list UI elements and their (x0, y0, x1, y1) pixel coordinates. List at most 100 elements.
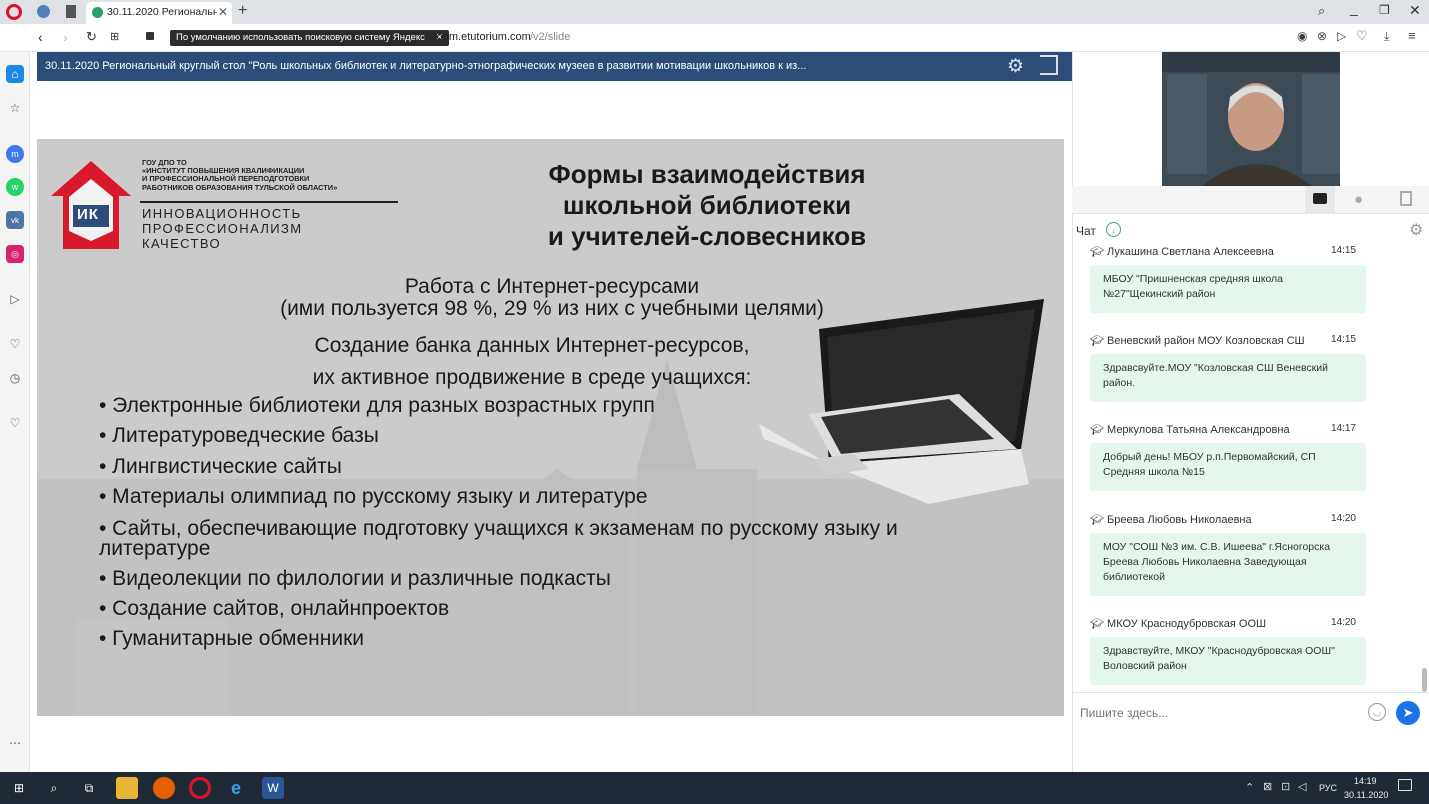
message-author: 🎓︎ Меркулова Татьяна Александровна (1090, 423, 1290, 437)
opera-taskbar-icon[interactable] (189, 777, 211, 799)
chat-input[interactable] (1080, 702, 1350, 724)
tray-volume-icon[interactable]: ◁ (1298, 780, 1306, 793)
org-name: ГОУ ДПО ТО «ИНСТИТУТ ПОВЫШЕНИЯ КВАЛИФИКА… (142, 158, 338, 192)
tray-display-icon[interactable]: ⊡ (1281, 780, 1290, 793)
participants-tab-icon[interactable]: ● (1354, 191, 1363, 208)
settings-gear-icon[interactable]: ⚙ (1007, 55, 1024, 78)
camera-icon[interactable]: ◉ (1297, 29, 1307, 43)
notifications-icon[interactable] (1398, 779, 1412, 791)
chat-label: Чат (1076, 224, 1096, 238)
bookmarks-icon[interactable]: ☆ (6, 99, 24, 117)
message-time: 14:20 (1330, 617, 1356, 628)
close-window-button[interactable]: ✕ (1409, 2, 1421, 19)
chat-message: 🎓︎ МКОУ Краснодубровская ООШ 14:20 Здравс… (1090, 617, 1366, 685)
speaker-video-frame (1162, 52, 1340, 186)
restore-button[interactable]: ❐ (1379, 3, 1390, 17)
graduation-cap-icon: 🎓︎ (1090, 618, 1108, 630)
emoji-icon[interactable]: ◡ (1368, 703, 1386, 721)
tab-close-icon[interactable]: ✕ (218, 5, 228, 19)
graduation-cap-icon: 🎓︎ (1090, 424, 1108, 436)
location-icon[interactable]: ♡ (6, 414, 24, 432)
heart-icon[interactable]: ♡ (1356, 28, 1368, 44)
more-icon[interactable]: ⋯ (6, 734, 24, 752)
author-name: Лукашина Светлана Алексеевна (1107, 246, 1274, 258)
messenger-icon[interactable]: m (6, 145, 24, 163)
exit-icon[interactable] (1040, 55, 1058, 75)
home-icon[interactable]: ⌂ (6, 65, 24, 83)
search-engine-notice[interactable]: По умолчанию использовать поисковую сист… (170, 30, 450, 46)
bullet-item: • Сайты, обеспечивающие подготовку учащи… (99, 516, 898, 540)
opera-sidebar: ⌂ ☆ m w vk ◎ ▷ ♡ ◷ ♡ ⋯ (0, 52, 30, 772)
clock-date[interactable]: 30.11.2020 (1344, 790, 1388, 800)
opera-menu-icon[interactable] (6, 4, 22, 20)
url-domain[interactable]: room.etutorium.com (433, 31, 531, 43)
logo-divider (140, 201, 398, 203)
message-bubble: Здравсвуйте.МОУ "Козловская СШ Веневский… (1090, 354, 1366, 402)
bullet-item: • Материалы олимпиад по русскому языку и… (99, 485, 648, 509)
search-tabs-icon[interactable]: ⌕ (1318, 3, 1325, 19)
tray-chevron-icon[interactable]: ⌃ (1245, 781, 1254, 794)
org-line: РАБОТНИКОВ ОБРАЗОВАНИЯ ТУЛЬСКОЙ ОБЛАСТИ» (142, 182, 338, 192)
download-icon[interactable]: ⤓ (1384, 29, 1389, 44)
documents-tab-icon[interactable] (1400, 191, 1412, 206)
motto-line: ПРОФЕССИОНАЛИЗМ (142, 221, 303, 236)
search-icon[interactable]: ⌕ (43, 777, 65, 799)
url-path[interactable]: /v2/slide (530, 31, 570, 43)
speaker-video[interactable] (1162, 52, 1340, 186)
active-tab[interactable]: 30.11.2020 Региональный ✕ (86, 2, 232, 24)
chat-settings-gear-icon[interactable]: ⚙ (1409, 220, 1423, 240)
chat-input-divider (1072, 692, 1429, 693)
message-author: 🎓︎ Лукашина Светлана Алексеевна (1090, 245, 1274, 259)
bullet-item: • Создание сайтов, онлайнпроектов (99, 597, 450, 621)
reload-icon[interactable]: ↻ (86, 29, 97, 45)
chat-scrollbar[interactable] (1422, 668, 1427, 692)
message-time: 14:20 (1330, 513, 1356, 524)
windows-start-icon[interactable]: ⊞ (8, 777, 30, 799)
tab-favicon (92, 7, 103, 18)
message-line: район. (1103, 377, 1136, 389)
language-indicator[interactable]: РУС (1319, 783, 1337, 793)
logo-letters: ИК (77, 206, 99, 223)
send-button[interactable]: ➤ (1396, 701, 1420, 725)
page-tab-icon[interactable] (66, 5, 76, 18)
task-view-icon[interactable]: ⧉ (78, 777, 100, 799)
chat-download-icon[interactable]: ↓ (1106, 222, 1121, 237)
history-icon[interactable]: ◷ (6, 369, 24, 387)
instagram-icon[interactable]: ◎ (6, 245, 24, 263)
clock-time[interactable]: 14:19 (1354, 776, 1377, 786)
presentation-title-bar: 30.11.2020 Региональный круглый стол "Ро… (37, 52, 1072, 81)
bullet-list: • Электронные библиотеки для разных возр… (99, 391, 1059, 655)
message-author: 🎓︎ МКОУ Краснодубровская ООШ (1090, 617, 1266, 631)
forward-icon[interactable]: › (63, 29, 68, 45)
chat-message: 🎓︎ Веневский район МОУ Козловская СШ 14:1… (1090, 334, 1366, 402)
tray-network-icon[interactable]: ⊠ (1263, 780, 1272, 793)
minimize-button[interactable]: _ (1350, 0, 1358, 16)
message-bubble: Добрый день! МБОУ р.п.Первомайский, СП Ср… (1090, 443, 1366, 491)
address-bar: ‹ › ↻ ⊞ По умолчанию использовать поиско… (0, 24, 1429, 52)
graduation-cap-icon: 🎓︎ (1090, 246, 1108, 258)
lock-icon (146, 32, 154, 40)
presentation-slide: ИК ГОУ ДПО ТО «ИНСТИТУТ ПОВЫШЕНИЯ КВАЛИФ… (37, 139, 1064, 716)
easy-setup-icon[interactable]: ≡ (1408, 28, 1416, 43)
message-line: МОУ "СОШ №3 им. С.В. Ишеева" г.Ясногорск… (1103, 541, 1331, 553)
ie-icon[interactable]: e (225, 777, 247, 799)
file-explorer-icon[interactable] (116, 777, 138, 799)
bullet-item: • Видеолекции по филологии и различные п… (99, 566, 611, 590)
back-icon[interactable]: ‹ (38, 29, 43, 45)
send-icon[interactable]: ▷ (6, 290, 24, 308)
new-tab-button[interactable]: + (238, 2, 247, 20)
subtitle-4: их активное продвижение в среде учащихся… (312, 366, 752, 389)
vk-icon[interactable]: vk (6, 211, 24, 229)
word-icon[interactable]: W (262, 777, 284, 799)
slide-heading: Формы взаимодействия школьной библиотеки… (507, 159, 907, 252)
adblock-icon[interactable]: ⊗ (1317, 29, 1327, 43)
favorites-icon[interactable]: ♡ (6, 335, 24, 353)
speed-dial-icon[interactable]: ⊞ (110, 30, 119, 43)
vk-tab-icon[interactable] (37, 5, 50, 18)
message-bubble: Здравствуйте, МКОУ "Краснодубровская ООШ… (1090, 637, 1366, 685)
firefox-icon[interactable] (153, 777, 175, 799)
flow-icon[interactable]: ▷ (1337, 29, 1346, 43)
whatsapp-icon[interactable]: w (6, 178, 24, 196)
message-author: 🎓︎ Веневский район МОУ Козловская СШ (1090, 334, 1305, 348)
presentation-title: 30.11.2020 Региональный круглый стол "Ро… (45, 60, 807, 72)
